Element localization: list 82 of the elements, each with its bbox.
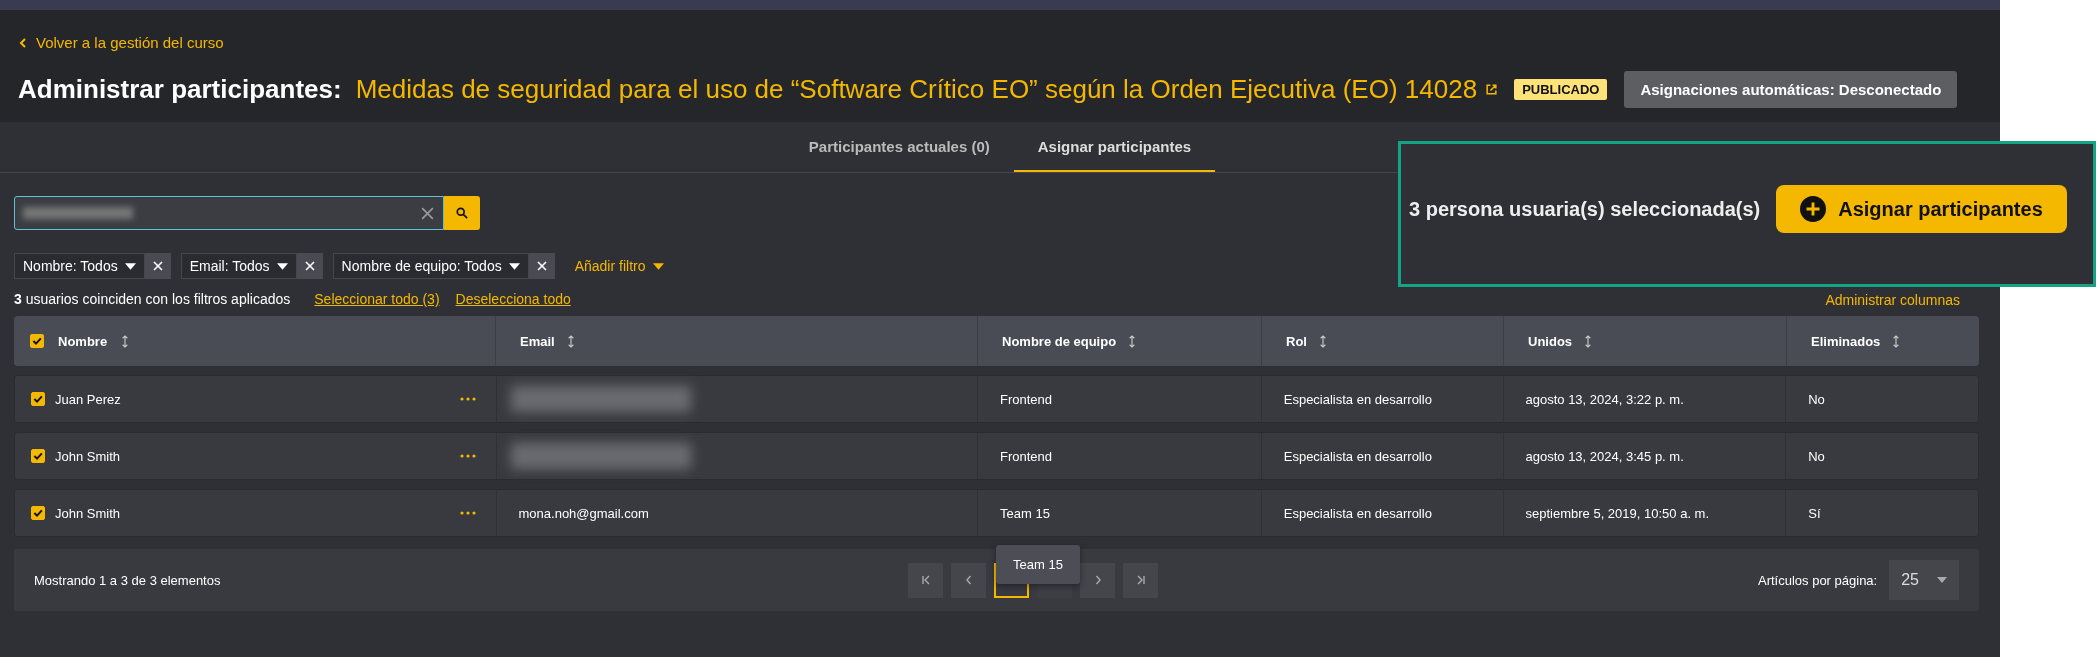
- select-all-checkbox[interactable]: [30, 334, 44, 348]
- plus-circle-icon: [1800, 196, 1827, 222]
- table-cell: Juan Perez: [55, 391, 121, 407]
- table-row[interactable]: Juan Perez Frontend Especialista en desarrollo agosto 13, 2024, 3:22 p. m. No: [14, 375, 1979, 423]
- pagination-summary: Mostrando 1 a 3 de 3 elementos: [34, 572, 222, 588]
- table-cell: John Smith: [55, 505, 121, 521]
- course-title: Medidas de seguridad para el uso de “Software Crítico EO” según la Orden Ejecutiva (EO) 14028: [355, 73, 1478, 105]
- chevron-left-icon: [18, 37, 28, 48]
- column-header[interactable]: Rol: [1286, 333, 1307, 349]
- table-row[interactable]: John Smith Frontend Especialista en desarrollo agosto 13, 2024, 3:45 p. m. No: [14, 432, 1979, 480]
- external-link-icon[interactable]: [1485, 82, 1499, 96]
- table-cell: No: [1808, 391, 1825, 407]
- caret-icon: [1937, 577, 1947, 583]
- table-cell: Team 15: [1000, 505, 1050, 521]
- table-cell: agosto 13, 2024, 3:22 p. m.: [1525, 391, 1684, 407]
- remove-filter-button[interactable]: [144, 253, 171, 279]
- sort-icon[interactable]: [566, 334, 575, 348]
- last-page-button[interactable]: [1123, 562, 1158, 598]
- tab[interactable]: Participantes actuales (0): [784, 122, 1014, 172]
- table-cell: Especialista en desarrollo: [1283, 505, 1432, 521]
- row-checkbox[interactable]: [31, 506, 45, 520]
- status-badge: PUBLICADO: [1514, 78, 1608, 100]
- add-filter-button[interactable]: Añadir filtro: [568, 257, 671, 275]
- search-button[interactable]: [444, 196, 480, 230]
- filter-dropdown[interactable]: Nombre de equipo: Todos: [332, 253, 529, 279]
- per-page-dropdown[interactable]: 25: [1889, 560, 1959, 600]
- column-header[interactable]: Email: [520, 333, 555, 349]
- sort-icon[interactable]: [121, 334, 130, 348]
- table-cell: Especialista en desarrollo: [1283, 448, 1432, 464]
- search-field[interactable]: [14, 196, 444, 230]
- column-header[interactable]: Nombre de equipo: [1002, 333, 1117, 349]
- table-cell: mona.noh@gmail.com: [518, 505, 649, 521]
- auto-assign-button[interactable]: Asignaciones automáticas: Desconectado: [1624, 70, 1958, 108]
- select-all-link[interactable]: Seleccionar todo (3): [314, 291, 440, 307]
- table-cell: septiembre 5, 2019, 10:50 a. m.: [1525, 505, 1710, 521]
- back-link[interactable]: Volver a la gestión del curso: [18, 34, 224, 51]
- sort-icon[interactable]: [1128, 334, 1137, 348]
- row-checkbox[interactable]: [31, 392, 45, 406]
- first-page-button[interactable]: [908, 562, 943, 598]
- assign-participants-button[interactable]: Asignar participantes: [1776, 185, 2067, 233]
- caret-icon: [508, 262, 520, 270]
- remove-filter-button[interactable]: [296, 253, 323, 279]
- row-checkbox[interactable]: [31, 449, 45, 463]
- first-page-icon: [920, 575, 931, 585]
- remove-filter-button[interactable]: [528, 253, 555, 279]
- more-options-icon[interactable]: [459, 397, 476, 401]
- deselect-all-link[interactable]: Deselecciona todo: [455, 291, 571, 307]
- more-options-icon[interactable]: [459, 454, 476, 458]
- clear-icon[interactable]: [420, 205, 435, 221]
- more-options-icon[interactable]: [459, 511, 476, 515]
- table-cell: No: [1808, 448, 1825, 464]
- sort-icon[interactable]: [1584, 334, 1593, 348]
- table-cell: John Smith: [55, 448, 121, 464]
- last-page-icon: [1135, 575, 1146, 585]
- search-icon: [456, 207, 468, 219]
- table-cell: Frontend: [1000, 448, 1053, 464]
- column-header[interactable]: Nombre: [58, 333, 108, 349]
- table-cell: Sí: [1808, 505, 1821, 521]
- column-header[interactable]: Eliminados: [1811, 333, 1881, 349]
- manage-columns-link[interactable]: Administrar columnas: [1825, 292, 1960, 308]
- tooltip: Team 15: [996, 544, 1080, 584]
- page-title: Administrar participantes:: [18, 73, 342, 105]
- table-cell: Especialista en desarrollo: [1283, 391, 1432, 407]
- sort-icon[interactable]: [1318, 334, 1327, 348]
- filter-dropdown[interactable]: Nombre: Todos: [14, 253, 145, 279]
- column-header[interactable]: Unidos: [1528, 333, 1573, 349]
- caret-icon: [124, 262, 136, 270]
- caret-icon: [653, 262, 665, 270]
- close-icon: [152, 261, 163, 271]
- filter-dropdown[interactable]: Email: Todos: [180, 253, 297, 279]
- sort-icon[interactable]: [1892, 334, 1901, 348]
- selected-count-text: 3 persona usuaria(s) seleccionada(s): [1409, 197, 1761, 221]
- close-icon: [536, 261, 547, 271]
- tab[interactable]: Asignar participantes: [1013, 122, 1216, 172]
- chevron-left-icon: [963, 575, 974, 585]
- close-icon: [304, 261, 315, 271]
- table-row[interactable]: John Smith mona.noh@gmail.com Team 15 Especialista en desarrollo septiembre 5, 2019, 10:50 a. m. Sí: [14, 489, 1979, 537]
- caret-icon: [276, 262, 288, 270]
- table-cell: agosto 13, 2024, 3:45 p. m.: [1525, 448, 1684, 464]
- per-page-label: Artículos por página:: [1757, 572, 1878, 588]
- match-count-text: 3 usuarios coinciden con los filtros aplicados: [14, 291, 291, 307]
- table-cell: Frontend: [1000, 391, 1053, 407]
